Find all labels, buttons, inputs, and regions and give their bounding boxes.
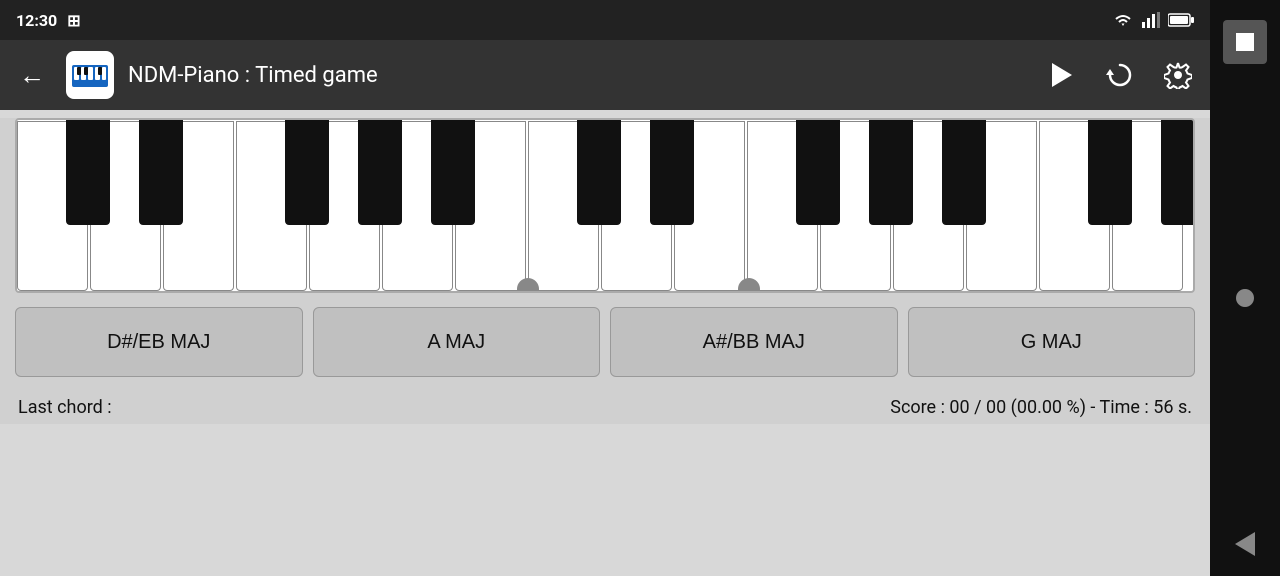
black-key-8[interactable] [796, 120, 840, 225]
chord-button-3[interactable]: A#/BB MAJ [610, 307, 898, 377]
black-key-9[interactable] [869, 120, 913, 225]
rail-back-arrow[interactable] [1235, 532, 1255, 556]
note-dot-2 [738, 278, 760, 293]
black-key-4[interactable] [358, 120, 402, 225]
piano-icon [72, 60, 108, 90]
black-key-3[interactable] [285, 120, 329, 225]
app-bar-title: NDM-Piano : Timed game [128, 63, 1028, 88]
chord-buttons: D#/EB MAJ A MAJ A#/BB MAJ G MAJ [0, 293, 1210, 391]
sim-icon: ⊞ [67, 11, 80, 30]
black-key-5[interactable] [431, 120, 475, 225]
main-content: D#/EB MAJ A MAJ A#/BB MAJ G MAJ Last cho… [0, 118, 1210, 424]
chord-button-2[interactable]: A MAJ [313, 307, 601, 377]
play-button[interactable] [1042, 55, 1082, 95]
app-icon [66, 51, 114, 99]
wifi-icon [1112, 12, 1134, 28]
settings-button[interactable] [1158, 55, 1198, 95]
square-icon [1234, 31, 1256, 53]
time-display: 12:30 [16, 11, 57, 30]
piano-keys [17, 120, 1193, 291]
last-chord-label: Last chord : [18, 397, 112, 418]
play-icon [1052, 63, 1072, 87]
black-key-11[interactable] [1088, 120, 1132, 225]
piano-container [15, 118, 1195, 293]
bottom-status: Last chord : Score : 00 / 00 (00.00 %) -… [0, 391, 1210, 424]
black-key-7[interactable] [650, 120, 694, 225]
note-dot-1 [517, 278, 539, 293]
black-key-6[interactable] [577, 120, 621, 225]
app-bar-actions [1042, 55, 1198, 95]
app-bar: ← NDM-Piano : Timed game [0, 40, 1210, 110]
refresh-button[interactable] [1100, 55, 1140, 95]
status-right [1112, 12, 1194, 28]
rail-circle [1236, 289, 1254, 307]
chord-button-1[interactable]: D#/EB MAJ [15, 307, 303, 377]
black-key-12[interactable] [1161, 120, 1195, 225]
battery-icon [1168, 13, 1194, 27]
status-bar: 12:30 ⊞ [0, 0, 1210, 40]
chord-button-4[interactable]: G MAJ [908, 307, 1196, 377]
black-key-1[interactable] [66, 120, 110, 225]
rail-square-button[interactable] [1223, 20, 1267, 64]
status-left: 12:30 ⊞ [16, 11, 81, 30]
black-key-2[interactable] [139, 120, 183, 225]
right-rail [1210, 0, 1280, 576]
settings-icon [1164, 61, 1192, 89]
back-button[interactable]: ← [12, 55, 52, 95]
black-key-10[interactable] [942, 120, 986, 225]
refresh-icon [1106, 61, 1134, 89]
signal-icon [1142, 12, 1160, 28]
score-display: Score : 00 / 00 (00.00 %) - Time : 56 s. [890, 397, 1192, 418]
